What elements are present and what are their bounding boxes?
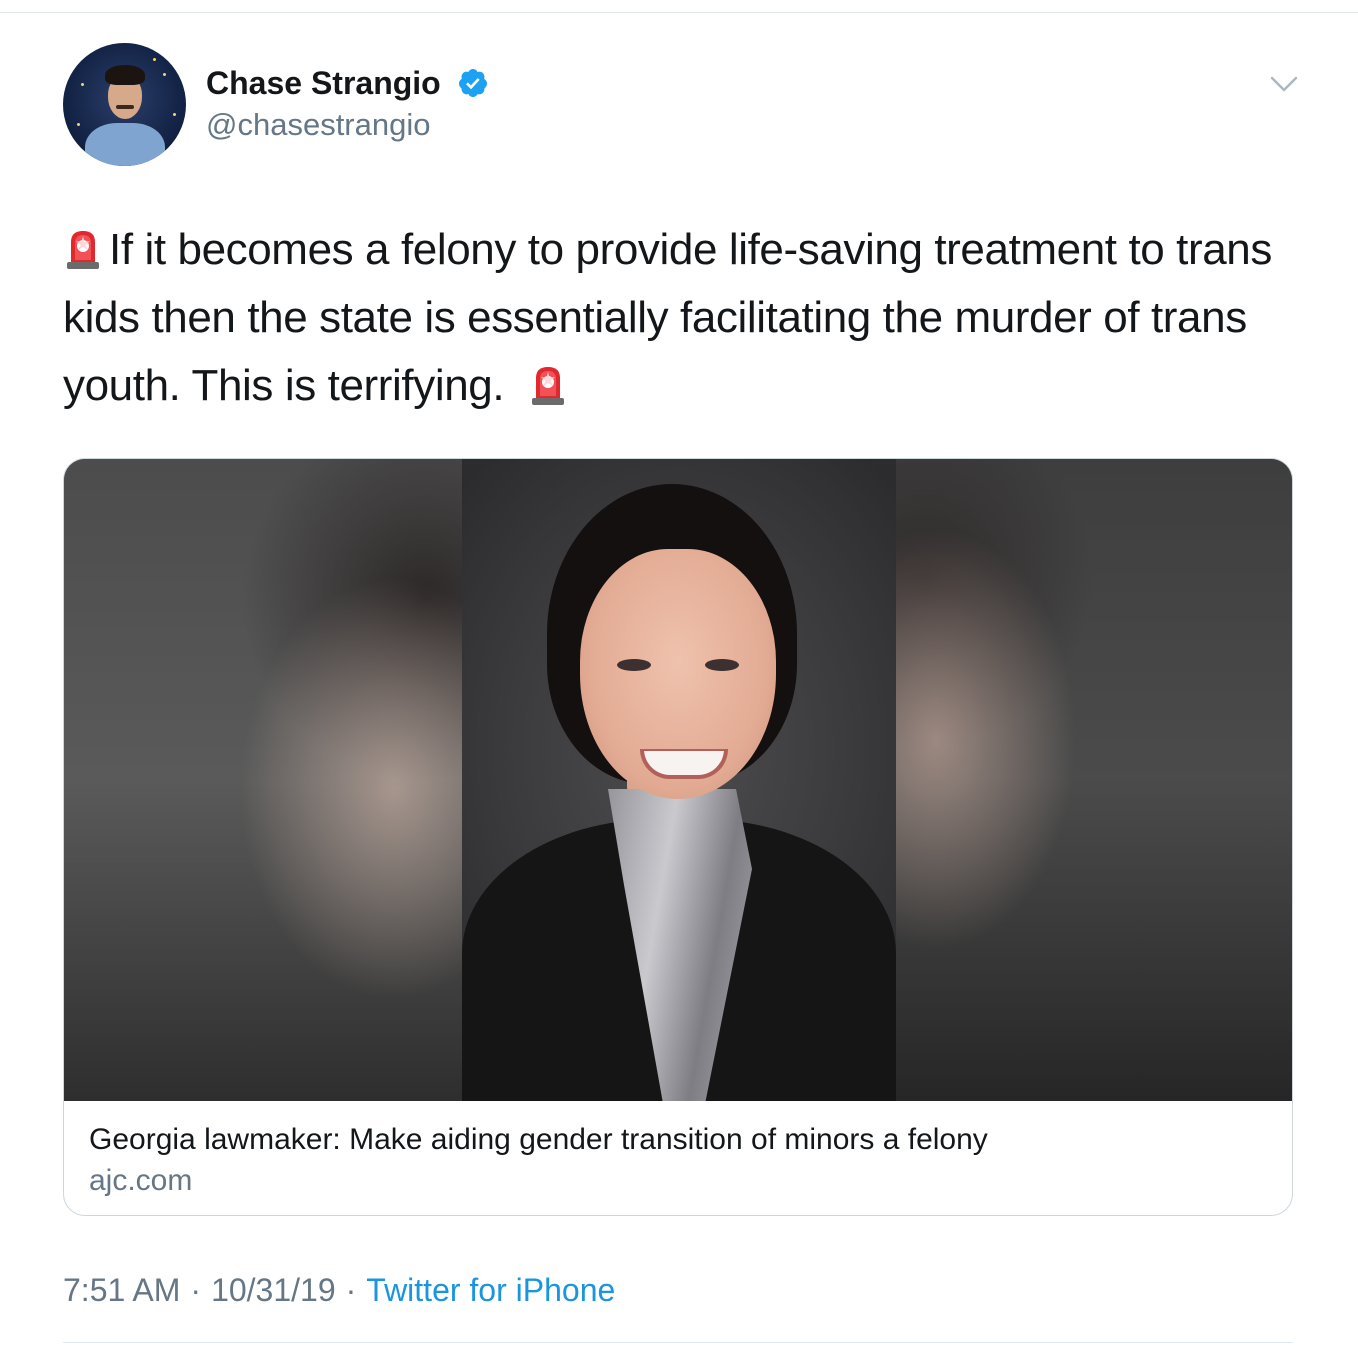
meta-separator: · — [345, 1272, 357, 1308]
tweet-time: 7:51 AM — [63, 1272, 181, 1308]
link-preview-card[interactable]: Georgia lawmaker: Make aiding gender tra… — [63, 458, 1293, 1216]
card-portrait-photo — [462, 459, 896, 1101]
tweet-date: 10/31/19 — [211, 1272, 336, 1308]
police-car-light-icon — [67, 231, 99, 269]
author-handle[interactable]: @chasestrangio — [206, 106, 430, 144]
bottom-divider — [63, 1342, 1293, 1343]
top-divider — [0, 12, 1358, 13]
card-image-blur-left — [64, 459, 462, 1101]
tweet-meta: 7:51 AM · 10/31/19 · Twitter for iPhone — [63, 1270, 615, 1310]
verified-badge-icon — [458, 69, 487, 97]
meta-separator: · — [190, 1272, 202, 1308]
police-car-light-icon — [532, 367, 565, 405]
card-image-blur-right — [896, 459, 1292, 1101]
author-display-name[interactable]: Chase Strangio — [206, 64, 441, 102]
card-domain: ajc.com — [89, 1164, 193, 1197]
tweet-body-text: If it becomes a felony to provide life-s… — [63, 225, 1272, 410]
author-avatar[interactable] — [63, 43, 186, 166]
tweet-text: If it becomes a felony to provide life-s… — [63, 216, 1303, 420]
card-title[interactable]: Georgia lawmaker: Make aiding gender tra… — [89, 1121, 988, 1159]
tweet-source-link[interactable]: Twitter for iPhone — [366, 1272, 615, 1308]
chevron-down-icon[interactable] — [1270, 74, 1298, 94]
card-image — [64, 459, 1292, 1101]
